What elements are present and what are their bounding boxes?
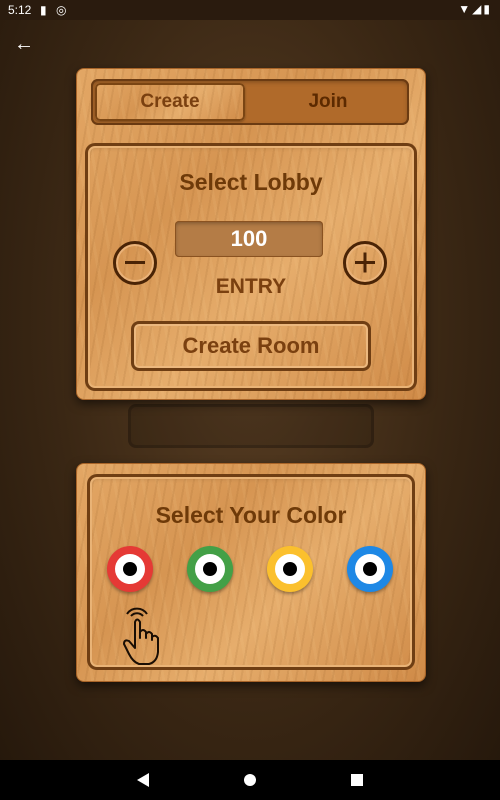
shadow-button[interactable] bbox=[128, 404, 374, 448]
entry-label: ENTRY bbox=[215, 275, 287, 298]
status-bar: 5:12 ▮ ◎ ▼◢▮ bbox=[0, 0, 500, 20]
tab-join[interactable]: Join bbox=[251, 83, 405, 121]
tab-create[interactable]: Create bbox=[95, 83, 245, 121]
color-option-blue[interactable] bbox=[347, 546, 393, 592]
back-arrow-icon[interactable]: ← bbox=[12, 32, 36, 56]
token-ring bbox=[355, 554, 385, 584]
token-ring bbox=[195, 554, 225, 584]
token-ring bbox=[115, 554, 145, 584]
entry-value: 100 bbox=[175, 221, 323, 257]
color-frame: Select Your Color bbox=[87, 474, 415, 670]
color-option-green[interactable] bbox=[187, 546, 233, 592]
token-dot bbox=[203, 562, 217, 576]
token-ring bbox=[275, 554, 305, 584]
select-lobby-title: Select Lobby bbox=[179, 169, 323, 195]
lobby-panel: Create Join Select Lobby 100 ENTRY Creat… bbox=[76, 68, 426, 400]
color-option-yellow[interactable] bbox=[267, 546, 313, 592]
notification-icons: ▮ ◎ bbox=[40, 3, 70, 17]
circle-home-icon[interactable] bbox=[243, 772, 257, 788]
lobby-frame: Select Lobby 100 ENTRY Create Room bbox=[85, 143, 417, 391]
navigation-bar bbox=[0, 760, 500, 800]
status-time: 5:12 bbox=[8, 3, 32, 17]
create-room-button[interactable]: Create Room bbox=[131, 321, 371, 371]
token-dot bbox=[363, 562, 377, 576]
token-dot bbox=[123, 562, 137, 576]
select-color-title: Select Your Color bbox=[155, 502, 347, 528]
color-option-red[interactable] bbox=[107, 546, 153, 592]
color-panel: Select Your Color bbox=[76, 463, 426, 682]
square-recent-icon[interactable] bbox=[350, 772, 364, 788]
tap-hand-icon bbox=[123, 607, 159, 665]
triangle-back-icon[interactable] bbox=[136, 772, 150, 788]
token-dot bbox=[283, 562, 297, 576]
system-icons: ▼◢▮ bbox=[458, 2, 492, 16]
tab-bar: Create Join bbox=[91, 79, 409, 125]
